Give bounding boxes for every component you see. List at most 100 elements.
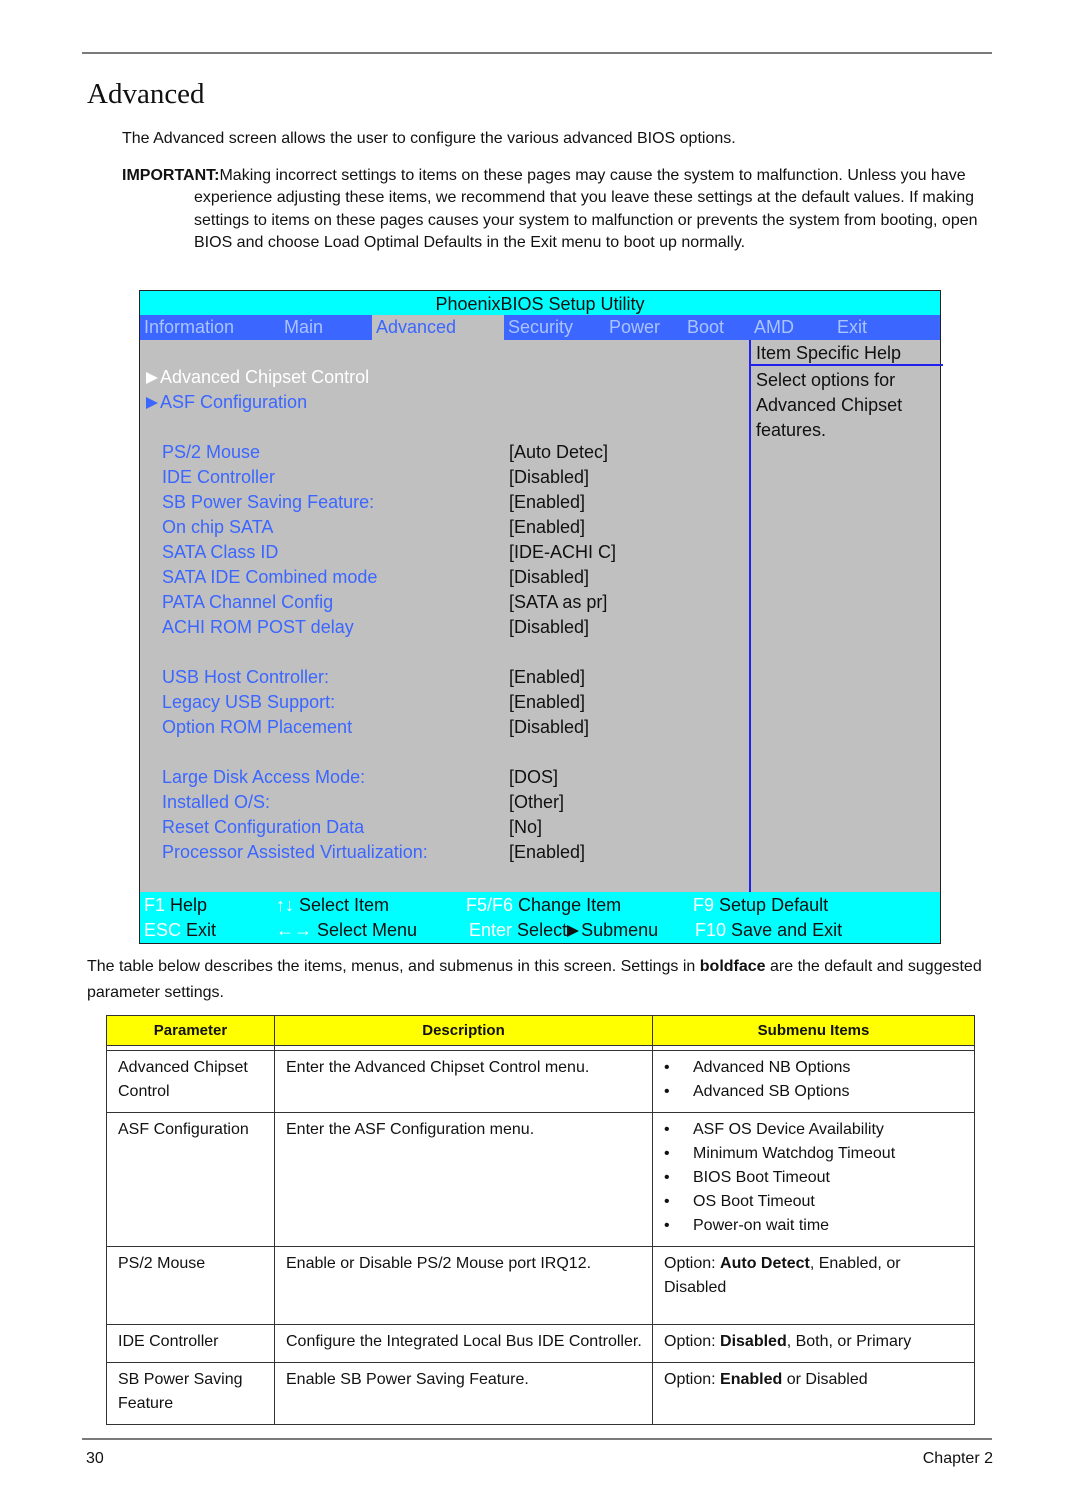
key-select-item: ↑↓ Select Item: [276, 895, 390, 915]
top-rule: [82, 52, 992, 54]
param-cell: SB Power Saving Feature: [106, 1362, 275, 1425]
setting-label: IDE Controller: [162, 467, 276, 487]
menu-tab-exit[interactable]: Exit: [833, 315, 871, 340]
page-title: Advanced: [87, 78, 205, 110]
option-cell: Option: Enabled or Disabled: [652, 1362, 975, 1425]
help-line: Advanced Chipset: [756, 395, 903, 415]
param-cell: Advanced Chipset Control: [106, 1050, 275, 1113]
setting-value[interactable]: [Enabled]: [509, 690, 585, 715]
important-label: IMPORTANT:: [122, 167, 220, 184]
bullet-item: Power-on wait time: [664, 1214, 964, 1238]
setting-label: USB Host Controller:: [162, 667, 330, 687]
table-row: PS/2 Mouse Enable or Disable PS/2 Mouse …: [106, 1246, 975, 1325]
key-enter-submenu: Enter Select Submenu: [469, 920, 659, 940]
setting-value[interactable]: [SATA as pr]: [509, 590, 607, 615]
bios-title: PhoenixBIOS Setup Utility: [140, 291, 940, 315]
setting-label: SATA Class ID: [162, 542, 279, 562]
param-cell: IDE Controller: [106, 1324, 275, 1363]
bios-screenshot: PhoenixBIOS Setup Utility Information Ma…: [139, 290, 943, 944]
key-select-menu: ←→ Select Menu: [276, 920, 418, 940]
table-row: ASF Configuration Enter the ASF Configur…: [106, 1112, 975, 1247]
bios-key-legend: F1 Help ↑↓ Select Item F5/F6 Change Item…: [140, 892, 940, 943]
submenu-arrow-icon: [146, 372, 158, 384]
desc-cell: Enable or Disable PS/2 Mouse port IRQ12.: [274, 1246, 653, 1325]
submenu-label: Advanced Chipset Control: [160, 367, 370, 387]
header-submenu-items: Submenu Items: [652, 1015, 975, 1046]
setting-label: Large Disk Access Mode:: [162, 767, 366, 787]
table-row: IDE Controller Configure the Integrated …: [106, 1324, 975, 1363]
table-row: SB Power Saving Feature Enable SB Power …: [106, 1362, 975, 1425]
setting-value[interactable]: [No]: [509, 815, 542, 840]
menu-tab-amd[interactable]: AMD: [750, 315, 798, 340]
menu-tab-power[interactable]: Power: [605, 315, 664, 340]
setting-value[interactable]: [Other]: [509, 790, 564, 815]
setting-value[interactable]: [Disabled]: [509, 715, 589, 740]
intro-text: The Advanced screen allows the user to c…: [122, 130, 736, 147]
parameter-table: Parameter Description Submenu Items Adva…: [106, 1015, 975, 1425]
page-number: 30: [86, 1450, 104, 1467]
bullet-item: ASF OS Device Availability: [664, 1118, 964, 1142]
submenu-cell: Advanced NB Options Advanced SB Options: [652, 1050, 975, 1113]
submenu-label: ASF Configuration: [160, 392, 308, 412]
bullet-item: Advanced SB Options: [664, 1080, 964, 1104]
menu-tab-security[interactable]: Security: [504, 315, 577, 340]
bullet-item: Minimum Watchdog Timeout: [664, 1142, 964, 1166]
header-description: Description: [274, 1015, 653, 1046]
setting-label: SATA IDE Combined mode: [162, 567, 378, 587]
setting-label: SB Power Saving Feature:: [162, 492, 375, 512]
key-esc-exit: ESC Exit: [144, 920, 217, 940]
setting-label: On chip SATA: [162, 517, 274, 537]
bottom-rule: [82, 1438, 992, 1440]
table-row: Advanced Chipset Control Enter the Advan…: [106, 1050, 975, 1113]
param-cell: ASF Configuration: [106, 1112, 275, 1247]
option-cell: Option: Disabled, Both, or Primary: [652, 1324, 975, 1363]
setting-value[interactable]: [Enabled]: [509, 515, 585, 540]
submenu-asf-configuration[interactable]: ASF Configuration: [146, 390, 307, 415]
submenu-cell: ASF OS Device Availability Minimum Watch…: [652, 1112, 975, 1247]
menu-tab-advanced[interactable]: Advanced: [372, 315, 504, 340]
up-down-arrow-icon: ↑↓: [276, 895, 294, 915]
submenu-advanced-chipset-control[interactable]: Advanced Chipset Control: [146, 365, 369, 390]
table-description: The table below describes the items, men…: [87, 958, 982, 1001]
bios-menu-bar: Information Main Advanced Security Power…: [140, 315, 940, 340]
setting-value[interactable]: [Auto Detec]: [509, 440, 608, 465]
desc-cell: Enable SB Power Saving Feature.: [274, 1362, 653, 1425]
setting-label: ACHI ROM POST delay: [162, 617, 354, 637]
setting-value[interactable]: [Enabled]: [509, 490, 585, 515]
option-cell: Option: Auto Detect, Enabled, or Disable…: [652, 1246, 975, 1325]
menu-tab-information[interactable]: Information: [140, 315, 238, 340]
key-change-item: F5/F6 Change Item: [466, 895, 622, 915]
setting-label: Legacy USB Support:: [162, 692, 336, 712]
bullet-item: BIOS Boot Timeout: [664, 1166, 964, 1190]
key-setup-default: F9 Setup Default: [693, 895, 829, 915]
key-f1-help: F1 Help: [144, 895, 208, 915]
setting-value[interactable]: [Disabled]: [509, 465, 589, 490]
menu-tab-boot[interactable]: Boot: [683, 315, 728, 340]
setting-label: PS/2 Mouse: [162, 442, 261, 462]
menu-tab-main[interactable]: Main: [280, 315, 327, 340]
setting-label: PATA Channel Config: [162, 592, 334, 612]
submenu-arrow-icon: [567, 925, 580, 937]
setting-value[interactable]: [Disabled]: [509, 565, 589, 590]
bios-body: Item Specific Help Select options for Ad…: [140, 340, 943, 893]
setting-value[interactable]: [Enabled]: [509, 840, 585, 865]
important-text: Making incorrect settings to items on th…: [194, 167, 978, 252]
item-help-text: Select options for Advanced Chipset feat…: [751, 366, 943, 445]
setting-value[interactable]: [Disabled]: [509, 615, 589, 640]
key-save-exit: F10 Save and Exit: [695, 920, 843, 940]
setting-label: Option ROM Placement: [162, 717, 353, 737]
table-header-row: Parameter Description Submenu Items: [106, 1015, 975, 1046]
setting-value[interactable]: [Enabled]: [509, 665, 585, 690]
setting-label: Processor Assisted Virtualization:: [162, 842, 428, 862]
desc-cell: Enter the Advanced Chipset Control menu.: [274, 1050, 653, 1113]
left-right-arrow-icon: ←→: [276, 920, 312, 940]
param-cell: PS/2 Mouse: [106, 1246, 275, 1325]
setting-value[interactable]: [IDE-ACHI C]: [509, 540, 616, 565]
help-line: features.: [756, 420, 827, 440]
item-help-panel: Item Specific Help Select options for Ad…: [749, 340, 943, 893]
important-note: IMPORTANT:Making incorrect settings to i…: [122, 165, 992, 255]
desc-cell: Enter the ASF Configuration menu.: [274, 1112, 653, 1247]
item-help-heading: Item Specific Help: [751, 340, 943, 366]
setting-value[interactable]: [DOS]: [509, 765, 558, 790]
chapter-label: Chapter 2: [922, 1450, 993, 1467]
